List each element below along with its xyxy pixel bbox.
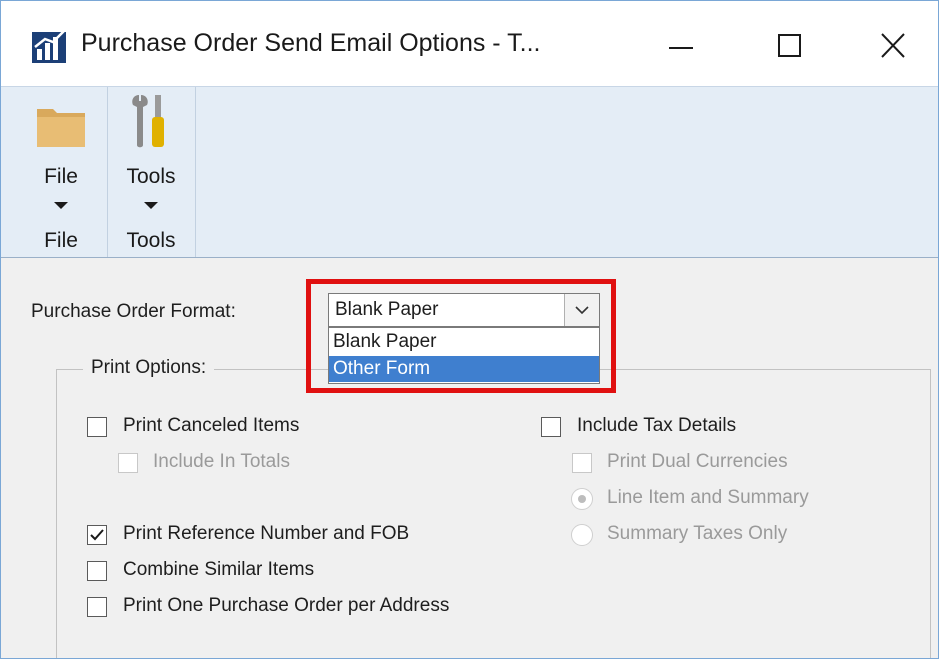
maximize-icon (778, 34, 801, 57)
line-item-and-summary-radio[interactable] (571, 488, 593, 510)
include-in-totals-checkbox[interactable] (118, 453, 138, 473)
radio-dot-icon (578, 495, 586, 503)
file-dropdown-arrow-icon (54, 202, 68, 209)
tools-group-label: Tools (126, 229, 176, 252)
print-canceled-items-label[interactable]: Print Canceled Items (123, 415, 299, 437)
print-canceled-items-checkbox[interactable] (87, 417, 107, 437)
content-area: Purchase Order Format: Print Options: Pr… (1, 257, 938, 658)
close-button[interactable] (863, 21, 923, 71)
send-email-options-window: Purchase Order Send Email Options - T... (0, 0, 939, 659)
print-reference-number-checkbox[interactable] (87, 525, 107, 545)
minimize-icon (669, 47, 693, 49)
minimize-button[interactable] (651, 21, 711, 71)
purchase-order-format-label: Purchase Order Format: (31, 301, 236, 322)
app-chart-icon (32, 29, 66, 63)
ribbon-group-tools: Tools Tools (107, 87, 196, 257)
annotation-highlight-box (306, 279, 616, 393)
ribbon-group-file: File File (15, 87, 108, 257)
combine-similar-items-checkbox[interactable] (87, 561, 107, 581)
tools-dropdown-arrow-icon (144, 202, 158, 209)
file-menu-button[interactable]: File (15, 87, 107, 222)
include-in-totals-label: Include In Totals (153, 451, 290, 472)
print-options-title: Print Options: (83, 357, 215, 379)
print-reference-number-label[interactable]: Print Reference Number and FOB (123, 523, 409, 545)
file-group-label: File (44, 229, 78, 252)
ribbon: File File Tools Tools (1, 86, 938, 258)
combine-similar-items-label[interactable]: Combine Similar Items (123, 559, 314, 581)
summary-taxes-only-radio[interactable] (571, 524, 593, 546)
summary-taxes-only-label: Summary Taxes Only (607, 523, 788, 544)
tools-button-label: Tools (126, 165, 176, 188)
line-item-and-summary-label: Line Item and Summary (607, 487, 809, 508)
print-one-po-per-address-checkbox[interactable] (87, 597, 107, 617)
tools-icon (132, 95, 164, 148)
print-dual-currencies-label: Print Dual Currencies (607, 451, 788, 472)
checkmark-icon (90, 529, 104, 541)
tools-menu-button[interactable]: Tools (107, 87, 195, 222)
include-tax-details-checkbox[interactable] (541, 417, 561, 437)
file-button-label: File (44, 165, 78, 188)
maximize-button[interactable] (759, 21, 819, 71)
print-one-po-per-address-label[interactable]: Print One Purchase Order per Address (123, 595, 449, 617)
window-title: Purchase Order Send Email Options - T... (81, 29, 541, 57)
close-icon (881, 33, 905, 58)
print-dual-currencies-checkbox[interactable] (572, 453, 592, 473)
title-bar: Purchase Order Send Email Options - T... (1, 1, 938, 86)
folder-icon (37, 109, 85, 147)
include-tax-details-label[interactable]: Include Tax Details (577, 415, 736, 437)
